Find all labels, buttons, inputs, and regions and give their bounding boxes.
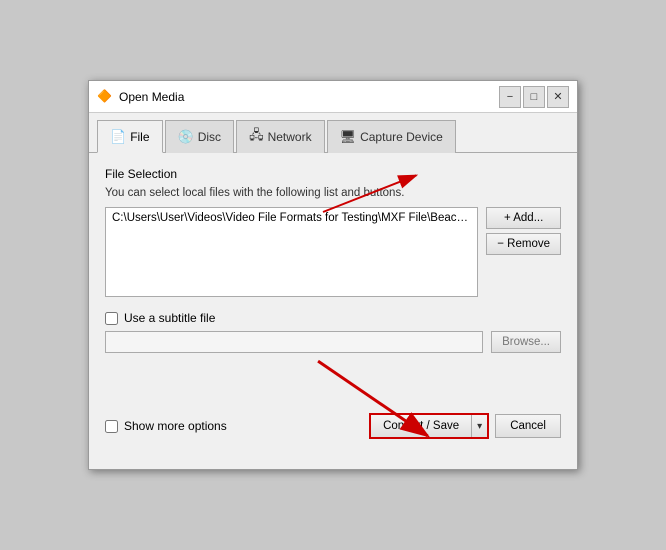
capture-tab-icon: 🖥 — [340, 129, 357, 145]
convert-save-group: Convert / Save ▾ — [369, 413, 489, 439]
subtitle-checkbox-row: Use a subtitle file — [105, 311, 561, 325]
subtitle-checkbox[interactable] — [105, 312, 118, 325]
tab-disc[interactable]: 💿 Disc — [165, 120, 235, 153]
disc-tab-icon: 💿 — [178, 129, 194, 145]
tab-network-label: Network — [268, 130, 312, 144]
tab-capture[interactable]: 🖥 Capture Device — [327, 120, 456, 153]
tab-file[interactable]: 📄 File — [97, 120, 163, 153]
subtitle-section: Use a subtitle file Browse... — [105, 311, 561, 353]
tab-bar: 📄 File 💿 Disc 🖧 Network 🖥 Capture Device — [89, 113, 577, 153]
show-more-label: Show more options — [124, 419, 227, 433]
network-tab-icon: 🖧 — [249, 126, 264, 148]
bottom-right-buttons: Convert / Save ▾ Cancel — [369, 413, 561, 439]
minimize-button[interactable]: − — [499, 86, 521, 108]
tab-capture-label: Capture Device — [360, 130, 443, 144]
convert-dropdown-button[interactable]: ▾ — [471, 415, 487, 437]
open-media-dialog: 🔶 Open Media − □ ✕ 📄 File 💿 Disc 🖧 Netwo… — [88, 80, 578, 470]
section-title: File Selection — [105, 167, 561, 181]
file-action-buttons: + Add... − Remove — [486, 207, 561, 297]
subtitle-file-input[interactable] — [105, 331, 483, 353]
window-title: Open Media — [119, 90, 184, 104]
show-more-checkbox[interactable] — [105, 420, 118, 433]
maximize-button[interactable]: □ — [523, 86, 545, 108]
bottom-section: Show more options Convert / Save ▾ Cance… — [89, 401, 577, 453]
section-description: You can select local files with the foll… — [105, 187, 561, 199]
browse-button[interactable]: Browse... — [491, 331, 561, 353]
subtitle-checkbox-label: Use a subtitle file — [124, 311, 215, 325]
app-icon: 🔶 — [97, 89, 113, 105]
file-tab-icon: 📄 — [110, 129, 126, 145]
tab-network[interactable]: 🖧 Network — [236, 120, 325, 153]
convert-save-button[interactable]: Convert / Save — [371, 415, 471, 437]
subtitle-input-row: Browse... — [105, 331, 561, 353]
tab-file-label: File — [130, 130, 149, 144]
file-tab-content: File Selection You can select local file… — [89, 153, 577, 381]
title-bar: 🔶 Open Media − □ ✕ — [89, 81, 577, 113]
title-bar-left: 🔶 Open Media — [97, 89, 184, 105]
file-list-item: C:\Users\User\Videos\Video File Formats … — [112, 212, 471, 224]
remove-button[interactable]: − Remove — [486, 233, 561, 255]
file-list-area: C:\Users\User\Videos\Video File Formats … — [105, 207, 561, 297]
file-selection-area: C:\Users\User\Videos\Video File Formats … — [105, 207, 561, 297]
show-more-row: Show more options — [105, 419, 227, 433]
bottom-bar: Show more options Convert / Save ▾ Cance… — [89, 401, 577, 453]
cancel-button[interactable]: Cancel — [495, 414, 561, 438]
add-button[interactable]: + Add... — [486, 207, 561, 229]
close-button[interactable]: ✕ — [547, 86, 569, 108]
window-controls: − □ ✕ — [499, 86, 569, 108]
file-list-box[interactable]: C:\Users\User\Videos\Video File Formats … — [105, 207, 478, 297]
tab-disc-label: Disc — [198, 130, 221, 144]
